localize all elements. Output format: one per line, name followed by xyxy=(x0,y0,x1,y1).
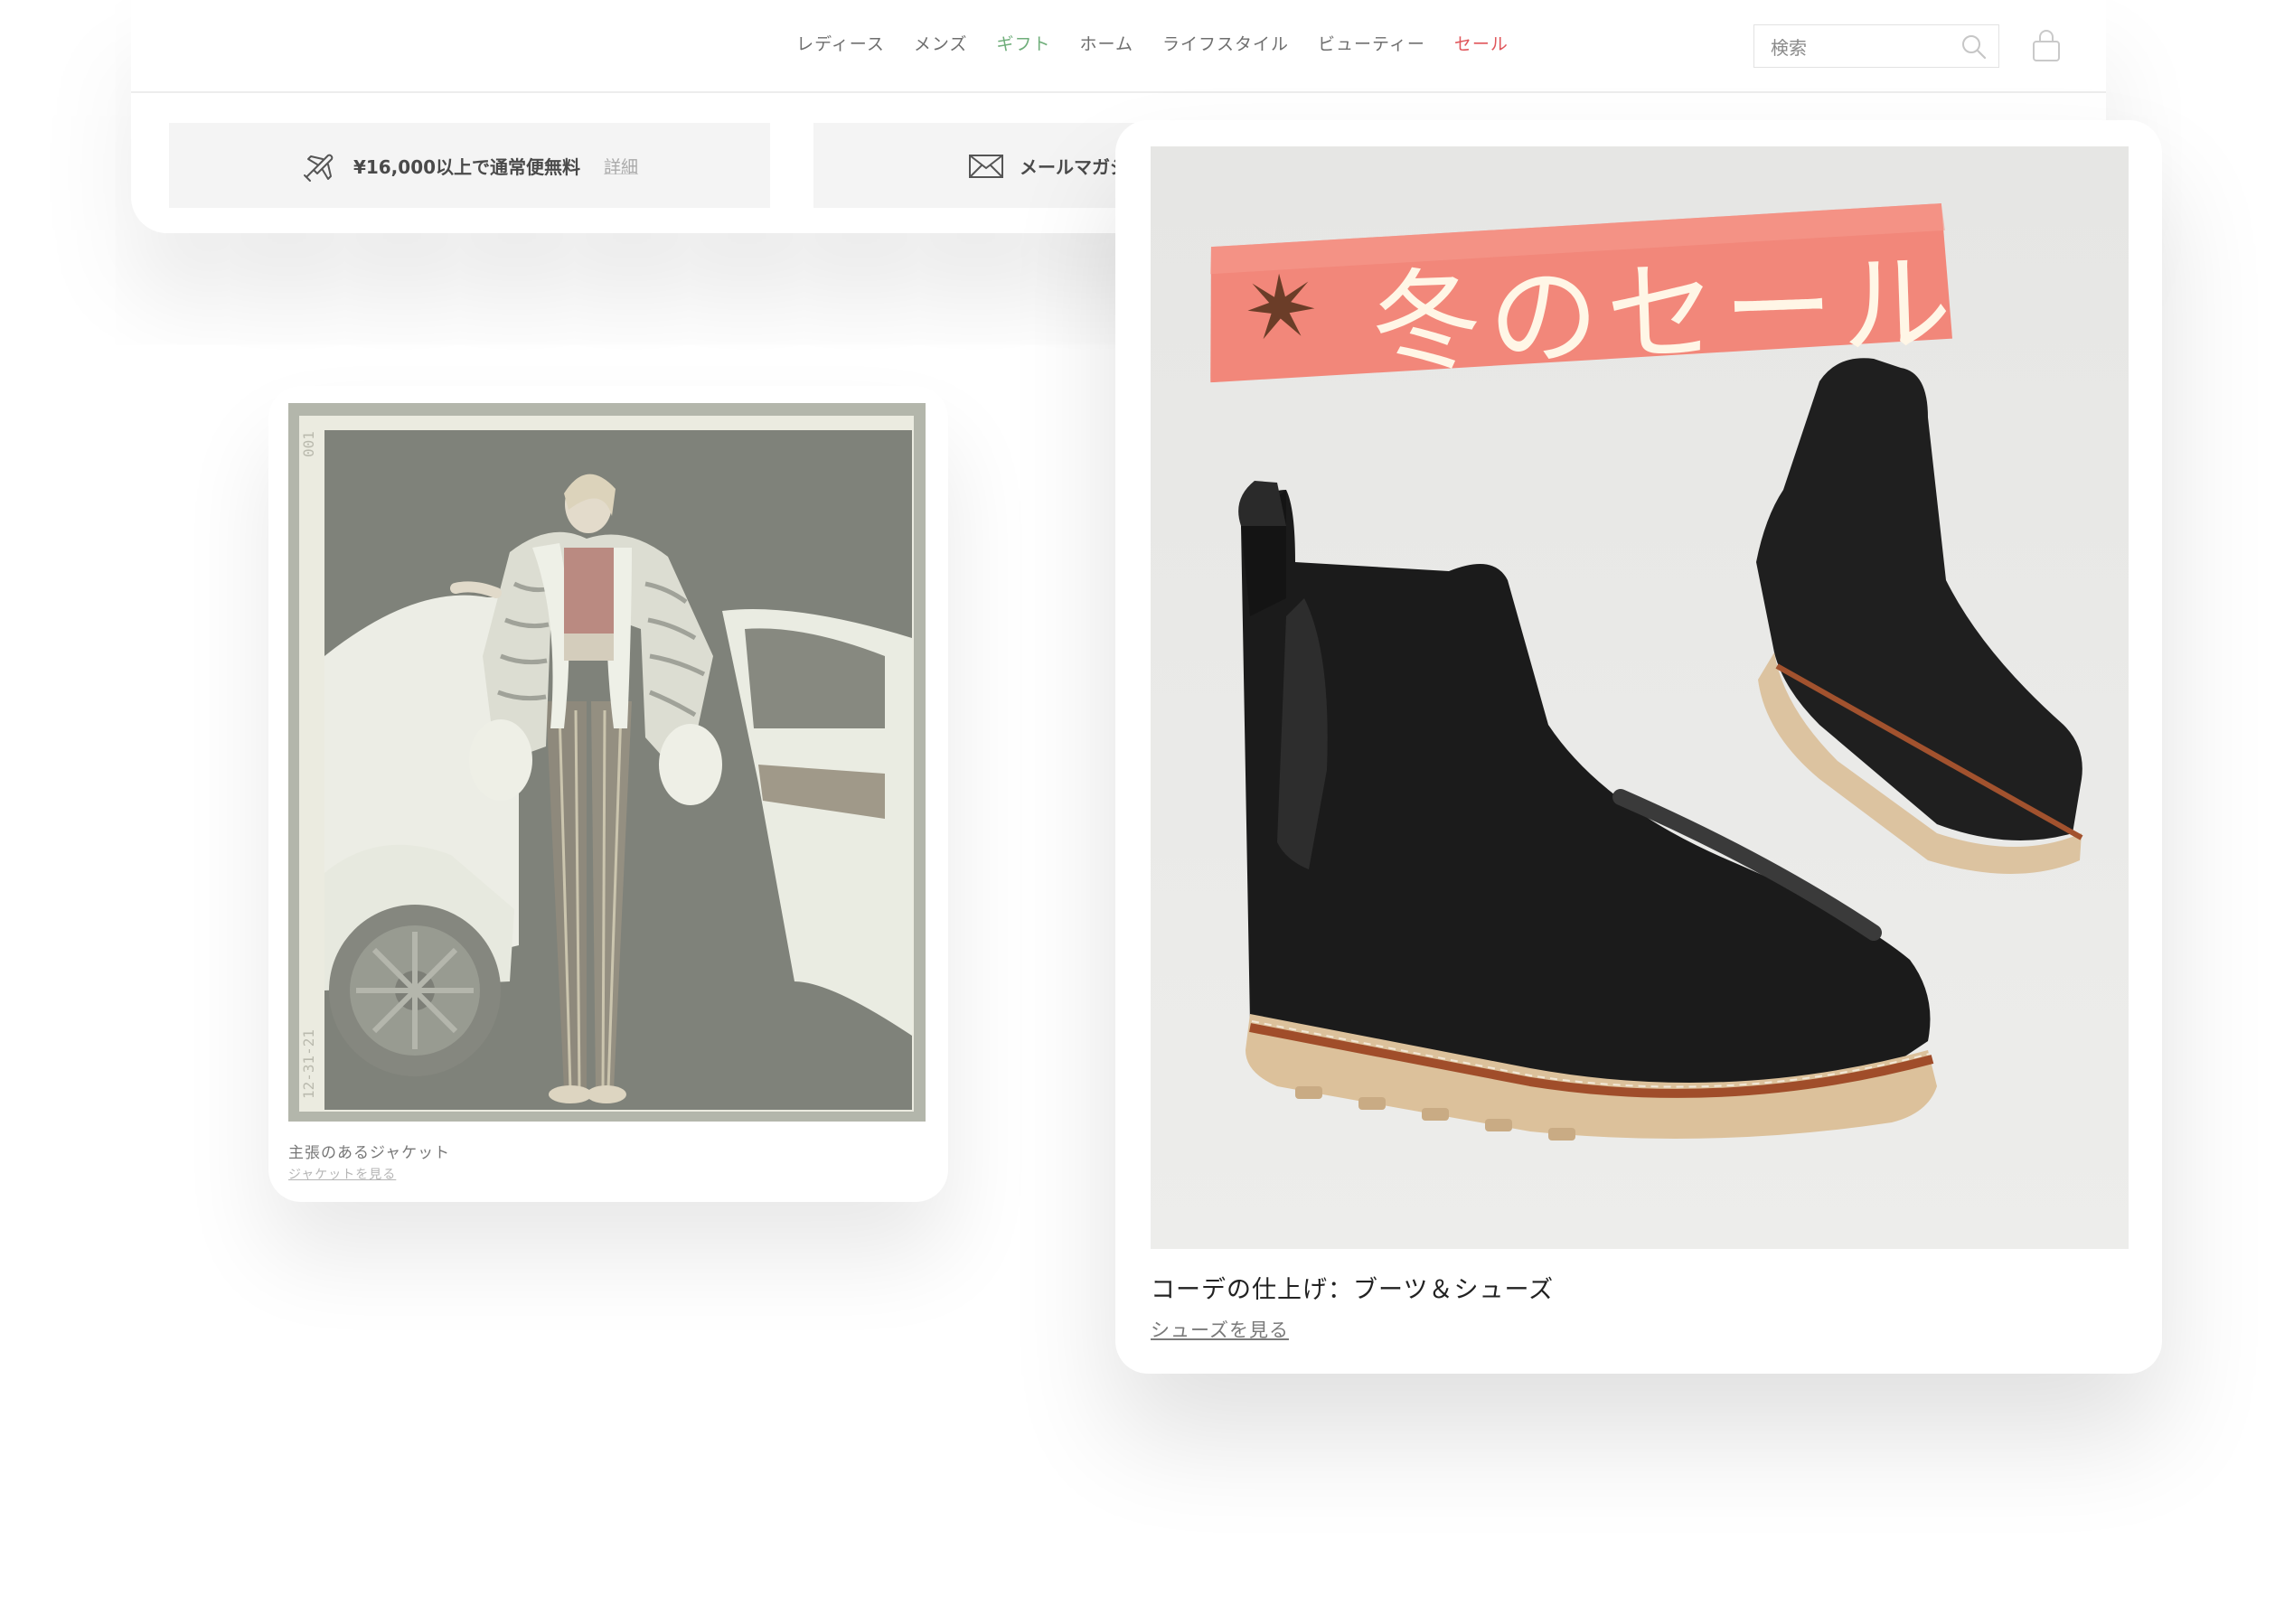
airplane-icon xyxy=(303,154,334,182)
winter-sale-banner[interactable]: 冬のセール xyxy=(1205,202,1960,388)
shopping-bag-icon[interactable] xyxy=(2031,29,2062,63)
boots-card-title: コーデの仕上げ：ブーツ＆シューズ xyxy=(1151,1276,1555,1304)
search-box xyxy=(1753,24,1999,68)
shipping-details-link[interactable]: 詳細 xyxy=(604,154,638,178)
boots-photo[interactable]: 冬のセール xyxy=(1151,146,2129,1249)
nav-item-lifestyle[interactable]: ライフスタイル xyxy=(1162,31,1289,60)
product-card-boots[interactable]: 冬のセール コーデの仕上げ：ブーツ＆シューズ シューズを見る xyxy=(1115,120,2162,1374)
search-icon[interactable] xyxy=(1960,33,1988,61)
product-card-jackets[interactable]: 001 12-31-21 主張のあるジャケット ジャケットを見る xyxy=(268,386,948,1202)
view-shoes-link[interactable]: シューズを見る xyxy=(1151,1316,1289,1343)
newsletter-text: メールマガジ xyxy=(1020,155,1128,178)
winter-sale-text: 冬のセール xyxy=(1368,239,1961,389)
jacket-photo[interactable]: 001 12-31-21 xyxy=(288,403,926,1122)
search-input[interactable] xyxy=(1769,36,1953,60)
photo-overlay xyxy=(288,403,926,1122)
view-jackets-link[interactable]: ジャケットを見る xyxy=(288,1165,396,1183)
starburst-icon xyxy=(1247,273,1315,340)
jacket-card-title: 主張のあるジャケット xyxy=(288,1144,451,1162)
nav-item-ladies[interactable]: レディース xyxy=(796,31,885,60)
envelope-icon xyxy=(969,155,1003,178)
free-shipping-banner: ¥16,000以上で通常便無料 詳細 xyxy=(169,123,770,208)
nav-item-gift[interactable]: ギフト xyxy=(997,31,1051,60)
nav-item-home[interactable]: ホーム xyxy=(1080,31,1133,60)
nav-item-beauty[interactable]: ビューティー xyxy=(1318,31,1425,60)
nav-item-sale[interactable]: セール xyxy=(1454,31,1509,60)
nav-item-mens[interactable]: メンズ xyxy=(914,31,968,60)
free-shipping-text: ¥16,000以上で通常便無料 xyxy=(353,155,581,178)
header-divider xyxy=(131,91,2106,93)
